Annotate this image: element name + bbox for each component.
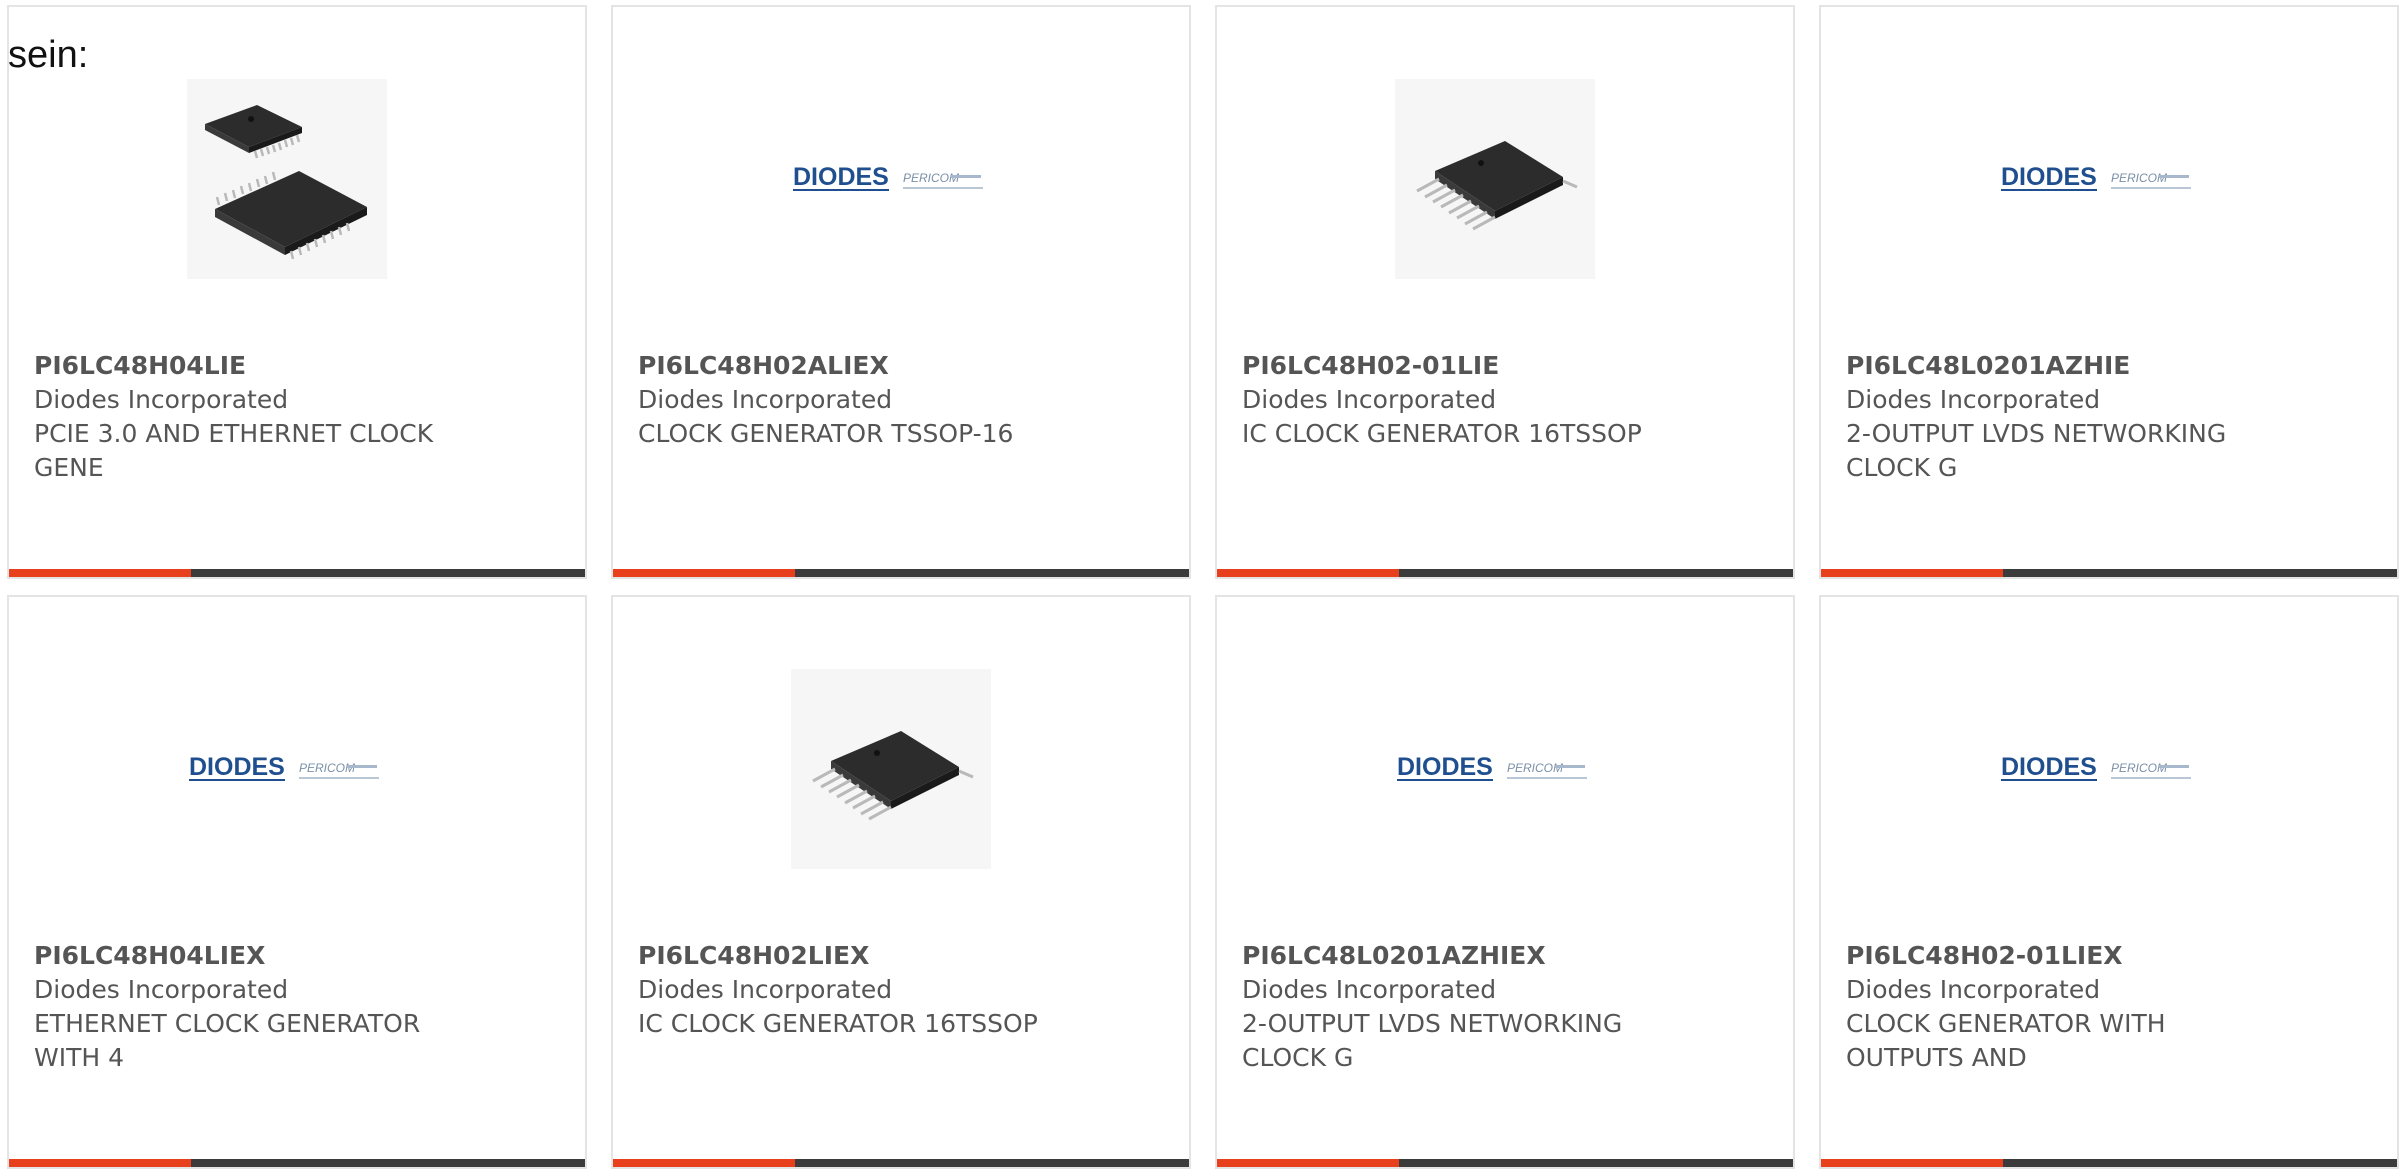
product-card[interactable]: PI6LC48H04LIE Diodes Incorporated PCIE 3… xyxy=(7,5,587,579)
manufacturer: Diodes Incorporated xyxy=(1846,975,2101,1004)
card-bottom-bar xyxy=(9,1159,585,1167)
manufacturer: Diodes Incorporated xyxy=(638,385,893,414)
product-image[interactable]: DIODES PERICOM xyxy=(1999,79,2199,279)
logo-subtext: PERICOM xyxy=(903,171,959,185)
product-info: PI6LC48H02-01LIE Diodes Incorporated IC … xyxy=(1242,349,1773,451)
logo-subtext: PERICOM xyxy=(2111,171,2167,185)
product-card[interactable]: DIODES PERICOM PI6LC48H04LIEX Diodes Inc… xyxy=(7,595,587,1169)
description: 2-OUTPUT LVDS NETWORKING CLOCK G xyxy=(1242,1009,1623,1072)
product-image[interactable]: DIODES PERICOM xyxy=(1999,669,2199,869)
card-accent-bar xyxy=(9,569,191,577)
card-accent-bar xyxy=(613,1159,795,1167)
product-card[interactable]: DIODES PERICOM PI6LC48H02ALIEX Diodes In… xyxy=(611,5,1191,579)
logo-subtext: PERICOM xyxy=(1507,761,1563,775)
manufacturer: Diodes Incorporated xyxy=(1846,385,2101,414)
product-image[interactable]: DIODES PERICOM xyxy=(791,79,991,279)
card-accent-bar xyxy=(613,569,795,577)
card-accent-bar xyxy=(1217,1159,1399,1167)
card-accent-bar xyxy=(1217,569,1399,577)
product-card[interactable]: DIODES PERICOM PI6LC48L0201AZHIEX Diodes… xyxy=(1215,595,1795,1169)
manufacturer: Diodes Incorporated xyxy=(34,975,289,1004)
product-card[interactable]: PI6LC48H02-01LIE Diodes Incorporated IC … xyxy=(1215,5,1795,579)
logo-text: DIODES xyxy=(2001,163,2097,191)
diodes-pericom-logo: DIODES PERICOM xyxy=(2001,163,2191,191)
product-info: PI6LC48H02ALIEX Diodes Incorporated CLOC… xyxy=(638,349,1169,451)
product-info: PI6LC48H02LIEX Diodes Incorporated IC CL… xyxy=(638,939,1169,1041)
manufacturer: Diodes Incorporated xyxy=(1242,975,1497,1004)
card-accent-bar xyxy=(1821,1159,2003,1167)
product-card[interactable]: PI6LC48H02LIEX Diodes Incorporated IC CL… xyxy=(611,595,1191,1169)
product-image[interactable]: DIODES PERICOM xyxy=(187,669,387,869)
part-number-link[interactable]: PI6LC48L0201AZHIEX xyxy=(1242,939,1773,973)
product-info: PI6LC48H02-01LIEX Diodes Incorporated CL… xyxy=(1846,939,2377,1075)
product-image[interactable] xyxy=(791,669,991,869)
chip-image xyxy=(1395,79,1595,279)
logo-text: DIODES xyxy=(1397,753,1493,781)
card-bottom-bar xyxy=(9,569,585,577)
card-accent-bar xyxy=(9,1159,191,1167)
logo-text: DIODES xyxy=(793,163,889,191)
description: IC CLOCK GENERATOR 16TSSOP xyxy=(638,1009,1038,1038)
part-number-link[interactable]: PI6LC48L0201AZHIE xyxy=(1846,349,2377,383)
chip-pair-image xyxy=(187,79,387,279)
description: CLOCK GENERATOR TSSOP-16 xyxy=(638,419,1014,448)
card-bottom-bar xyxy=(1821,569,2397,577)
manufacturer: Diodes Incorporated xyxy=(638,975,893,1004)
part-number-link[interactable]: PI6LC48H02LIEX xyxy=(638,939,1169,973)
card-bottom-bar xyxy=(1217,1159,1793,1167)
part-number-link[interactable]: PI6LC48H04LIEX xyxy=(34,939,565,973)
product-info: PI6LC48H04LIEX Diodes Incorporated ETHER… xyxy=(34,939,565,1075)
part-number-link[interactable]: PI6LC48H04LIE xyxy=(34,349,565,383)
product-image[interactable] xyxy=(1395,79,1595,279)
product-card[interactable]: DIODES PERICOM PI6LC48L0201AZHIE Diodes … xyxy=(1819,5,2399,579)
prefix-text: sein: xyxy=(8,34,89,76)
description: 2-OUTPUT LVDS NETWORKING CLOCK G xyxy=(1846,419,2227,482)
part-number-link[interactable]: PI6LC48H02-01LIEX xyxy=(1846,939,2377,973)
logo-subtext: PERICOM xyxy=(2111,761,2167,775)
diodes-pericom-logo: DIODES PERICOM xyxy=(793,163,983,191)
description: IC CLOCK GENERATOR 16TSSOP xyxy=(1242,419,1642,448)
logo-subtext: PERICOM xyxy=(299,761,355,775)
diodes-pericom-logo: DIODES PERICOM xyxy=(189,753,379,781)
product-card[interactable]: DIODES PERICOM PI6LC48H02-01LIEX Diodes … xyxy=(1819,595,2399,1169)
diodes-pericom-logo: DIODES PERICOM xyxy=(2001,753,2191,781)
card-accent-bar xyxy=(1821,569,2003,577)
description: PCIE 3.0 AND ETHERNET CLOCK GENE xyxy=(34,419,434,482)
card-bottom-bar xyxy=(613,569,1189,577)
part-number-link[interactable]: PI6LC48H02ALIEX xyxy=(638,349,1169,383)
logo-text: DIODES xyxy=(2001,753,2097,781)
description: ETHERNET CLOCK GENERATOR WITH 4 xyxy=(34,1009,421,1072)
logo-text: DIODES xyxy=(189,753,285,781)
card-bottom-bar xyxy=(1217,569,1793,577)
product-info: PI6LC48H04LIE Diodes Incorporated PCIE 3… xyxy=(34,349,565,485)
manufacturer: Diodes Incorporated xyxy=(1242,385,1497,414)
card-bottom-bar xyxy=(613,1159,1189,1167)
chip-image xyxy=(791,669,991,869)
description: CLOCK GENERATOR WITH OUTPUTS AND xyxy=(1846,1009,2166,1072)
diodes-pericom-logo: DIODES PERICOM xyxy=(1397,753,1587,781)
product-image[interactable] xyxy=(187,79,387,279)
product-info: PI6LC48L0201AZHIE Diodes Incorporated 2-… xyxy=(1846,349,2377,485)
product-image[interactable]: DIODES PERICOM xyxy=(1395,669,1595,869)
part-number-link[interactable]: PI6LC48H02-01LIE xyxy=(1242,349,1773,383)
product-info: PI6LC48L0201AZHIEX Diodes Incorporated 2… xyxy=(1242,939,1773,1075)
card-bottom-bar xyxy=(1821,1159,2397,1167)
manufacturer: Diodes Incorporated xyxy=(34,385,289,414)
